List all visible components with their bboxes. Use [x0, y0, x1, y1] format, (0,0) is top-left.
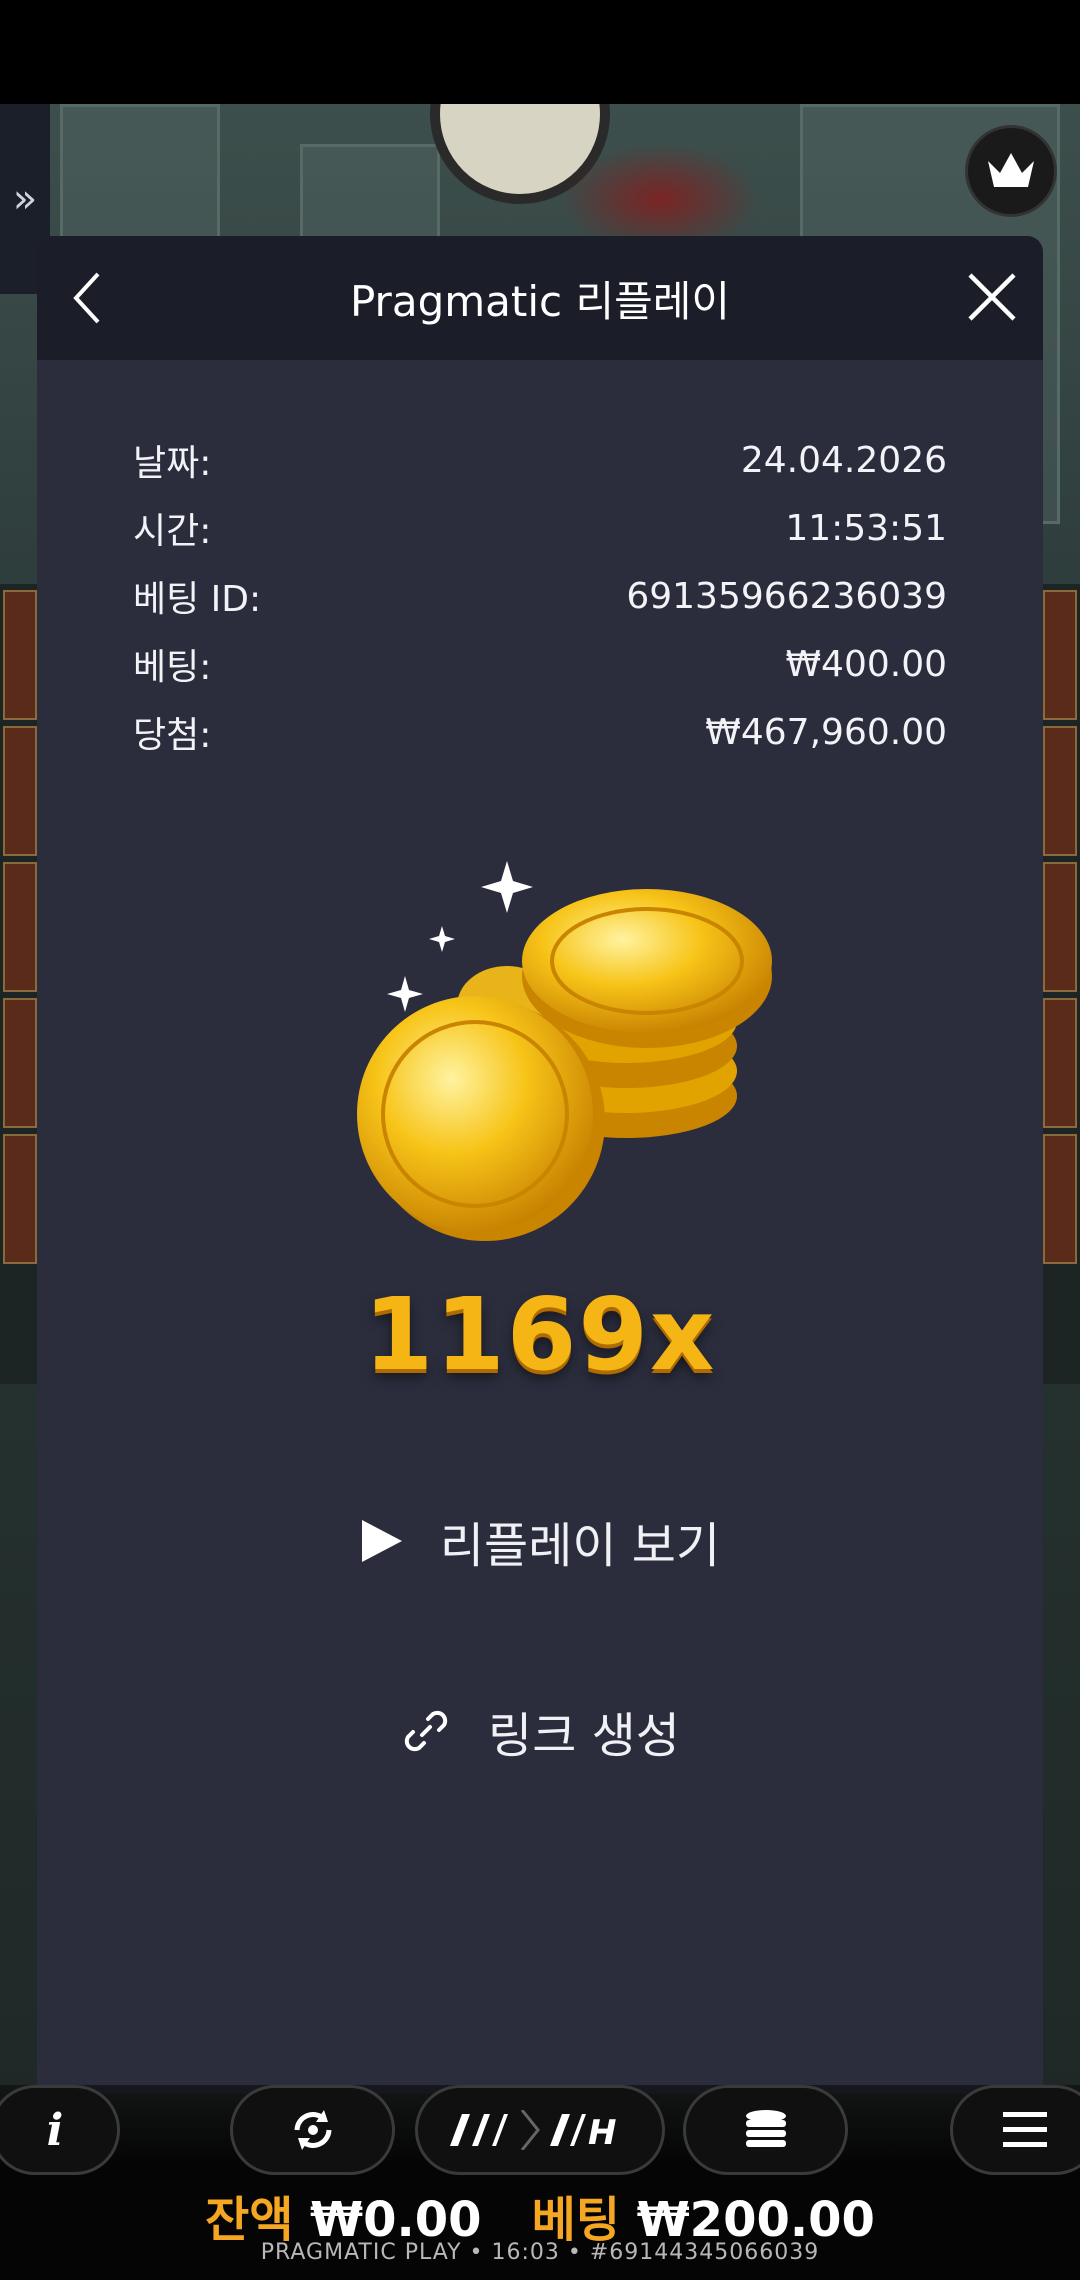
detail-label: 시간:	[133, 511, 212, 552]
crown-icon	[988, 153, 1034, 187]
detail-label: 날짜:	[133, 443, 212, 484]
turbo-icon: H	[450, 2110, 616, 2150]
detail-value: ₩400.00	[785, 643, 947, 685]
detail-value: 11:53:51	[785, 507, 947, 549]
replay-modal: Pragmatic 리플레이 날짜: 24.04.2026 시간: 11:53:…	[37, 236, 1043, 2094]
autoplay-button[interactable]	[230, 2085, 395, 2175]
detail-label: 당첨:	[133, 715, 212, 756]
chevron-left-icon	[73, 272, 100, 324]
detail-row-win: 당첨: ₩467,960.00	[133, 698, 947, 766]
menu-button[interactable]	[950, 2085, 1080, 2175]
bet-details: 날짜: 24.04.2026 시간: 11:53:51 베팅 ID: 69135…	[133, 426, 947, 766]
hamburger-menu-icon	[1003, 2112, 1047, 2147]
detail-row-date: 날짜: 24.04.2026	[133, 426, 947, 494]
reel-strip-right	[1040, 584, 1080, 1384]
modal-header: Pragmatic 리플레이	[37, 236, 1043, 360]
double-chevron-right-icon: »	[12, 176, 38, 222]
detail-value: ₩467,960.00	[705, 711, 947, 753]
watch-replay-button[interactable]: 리플레이 보기	[37, 1506, 1043, 1576]
detail-value: 69135966236039	[626, 575, 947, 617]
detail-row-time: 시간: 11:53:51	[133, 494, 947, 562]
close-icon	[968, 273, 1016, 321]
detail-value: 24.04.2026	[740, 439, 947, 481]
win-multiplier: 1169x	[363, 1276, 717, 1393]
gold-coins-icon	[357, 861, 772, 1241]
detail-label: 베팅 ID:	[133, 579, 262, 620]
play-icon	[361, 1520, 402, 1562]
svg-text:H: H	[588, 2113, 616, 2150]
create-link-button[interactable]: 링크 생성	[37, 1696, 1043, 1766]
modal-title: Pragmatic 리플레이	[349, 276, 731, 326]
detail-row-bet-id: 베팅 ID: 69135966236039	[133, 562, 947, 630]
reel-strip-left	[0, 584, 40, 1384]
close-button[interactable]	[959, 264, 1025, 330]
info-icon: i	[46, 2104, 64, 2156]
watch-replay-label: 리플레이 보기	[439, 1518, 721, 1574]
link-icon	[404, 1710, 448, 1752]
coin-stack-icon	[745, 2110, 786, 2147]
spin-speed-toggle[interactable]: H	[415, 2085, 665, 2175]
bet-settings-button[interactable]	[683, 2085, 848, 2175]
autoplay-icon	[294, 2110, 331, 2150]
detail-label: 베팅:	[133, 647, 212, 688]
brand-badge	[965, 125, 1057, 217]
create-link-label: 링크 생성	[488, 1708, 680, 1764]
footer-info: PRAGMATIC PLAY • 16:03 • #69144345066039	[260, 2240, 820, 2265]
detail-row-bet: 베팅: ₩400.00	[133, 630, 947, 698]
back-button[interactable]	[57, 266, 117, 330]
info-button[interactable]: i	[0, 2085, 120, 2175]
